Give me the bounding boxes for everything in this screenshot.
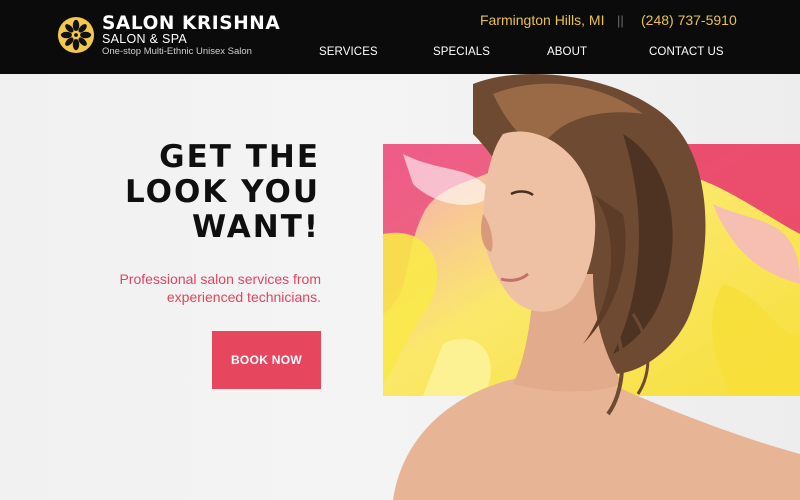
- nav-contact-us[interactable]: CONTACT US: [649, 45, 724, 59]
- hero-section: GET THE LOOK YOU WANT! Professional salo…: [0, 74, 800, 500]
- hero-title-line: GET THE: [159, 139, 320, 175]
- hero-title-line: LOOK YOU: [124, 174, 320, 210]
- hero-subtitle: Professional salon services from experie…: [119, 271, 321, 305]
- book-now-button[interactable]: BOOK NOW: [212, 331, 321, 389]
- flower-icon[interactable]: [57, 16, 95, 54]
- hero-title-line: WANT!: [191, 209, 320, 245]
- nav-specials[interactable]: SPECIALS: [433, 45, 490, 59]
- brand-tagline: One-stop Multi-Ethnic Unisex Salon: [102, 46, 252, 57]
- nav-about[interactable]: ABOUT: [547, 45, 587, 59]
- phone-link[interactable]: (248) 737-5910: [641, 11, 737, 29]
- contact-separator: ||: [617, 13, 624, 28]
- site-header: SALON KRISHNA SALON & SPA One-stop Multi…: [0, 0, 800, 74]
- location-text: Farmington Hills, MI: [480, 12, 605, 28]
- nav-services[interactable]: SERVICES: [319, 45, 378, 59]
- woman-portrait-image: [393, 74, 800, 500]
- hero-title: GET THE LOOK YOU WANT!: [20, 140, 320, 245]
- brand-subtitle: SALON & SPA: [102, 32, 188, 46]
